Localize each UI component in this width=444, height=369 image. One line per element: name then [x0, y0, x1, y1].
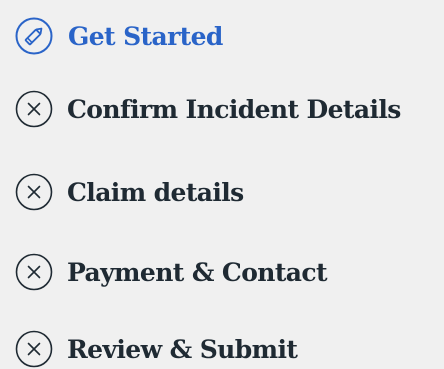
step-review-submit[interactable]: Review & Submit [14, 329, 298, 369]
step-get-started[interactable]: Get Started [14, 16, 223, 56]
pencil-icon [14, 16, 54, 56]
step-label: Payment & Contact [67, 257, 328, 287]
close-circle-icon [14, 252, 54, 292]
step-label: Confirm Incident Details [67, 94, 401, 124]
close-circle-icon [14, 89, 54, 129]
step-confirm-incident-details[interactable]: Confirm Incident Details [14, 89, 401, 129]
close-circle-icon [14, 329, 54, 369]
step-label: Claim details [67, 177, 244, 207]
step-claim-details[interactable]: Claim details [14, 172, 244, 212]
step-label: Get Started [68, 21, 223, 51]
claim-steps-nav: Get Started Confirm Incident Details Cla… [0, 0, 444, 368]
step-payment-contact[interactable]: Payment & Contact [14, 252, 328, 292]
close-circle-icon [14, 172, 54, 212]
step-label: Review & Submit [67, 334, 298, 364]
